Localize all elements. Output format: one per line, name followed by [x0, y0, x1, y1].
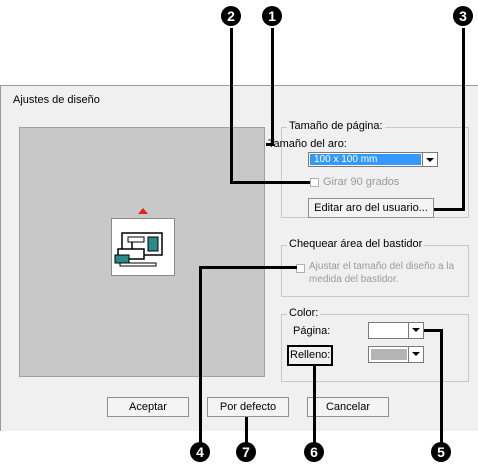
check-hoop-area-legend: Chequear área del bastidor	[287, 238, 425, 250]
callout-2-leader	[230, 28, 233, 184]
cancel-button[interactable]: Cancelar	[307, 397, 389, 417]
callout-4-leader	[199, 266, 202, 444]
hoop-size-selected-value: 100 x 100 mm	[310, 154, 421, 165]
fit-design-to-hoop-checkbox[interactable]	[296, 264, 305, 273]
chevron-down-icon[interactable]	[408, 323, 423, 338]
page-color-swatch	[371, 325, 407, 336]
callout-3-leader	[434, 208, 465, 211]
page-color-select[interactable]	[368, 322, 424, 339]
default-button[interactable]: Por defecto	[207, 397, 289, 417]
rotate-90-label: Girar 90 grados	[323, 176, 400, 188]
fill-color-label: Relleno:	[287, 345, 334, 366]
callout-6-badge: 6	[304, 442, 324, 462]
rotate-90-checkbox[interactable]	[310, 178, 319, 187]
callout-3-leader	[462, 28, 465, 211]
hoop-direction-arrow-icon	[138, 208, 148, 214]
edit-user-hoop-button[interactable]: Editar aro del usuario...	[308, 198, 434, 218]
callout-5-leader	[424, 329, 443, 332]
color-legend: Color:	[287, 307, 321, 319]
callout-6-leader	[313, 366, 316, 444]
page-color-label: Página:	[293, 325, 331, 337]
fill-color-select[interactable]	[368, 346, 424, 363]
chevron-down-icon[interactable]	[408, 347, 423, 362]
page-size-legend: Tamaño de página:	[287, 120, 385, 132]
hoop-size-select[interactable]: 100 x 100 mm	[308, 152, 438, 167]
callout-4-badge: 4	[190, 442, 210, 462]
callout-1-leader	[266, 143, 274, 146]
hoop-size-label: Tamaño del aro:	[268, 138, 347, 150]
callout-2-badge: 2	[221, 6, 241, 26]
callout-5-leader	[440, 329, 443, 444]
callout-7-badge: 7	[236, 442, 256, 462]
callout-1-leader	[271, 28, 274, 146]
fill-color-swatch	[371, 349, 407, 360]
callout-5-badge: 5	[431, 442, 451, 462]
callout-2-leader	[230, 181, 310, 184]
fit-design-to-hoop-label-line2: medida del bastidor.	[309, 274, 399, 285]
ok-button[interactable]: Aceptar	[107, 397, 189, 417]
callout-3-badge: 3	[453, 6, 473, 26]
fit-design-to-hoop-label-line1: Ajustar el tamaño del diseño a la	[309, 261, 455, 272]
callout-7-leader	[245, 417, 248, 444]
callout-4-leader	[199, 266, 297, 269]
chevron-down-icon[interactable]	[422, 153, 437, 166]
embroidery-machine-icon	[111, 218, 175, 276]
dialog-title: Ajustes de diseño	[13, 94, 100, 106]
callout-1-badge: 1	[262, 6, 282, 26]
